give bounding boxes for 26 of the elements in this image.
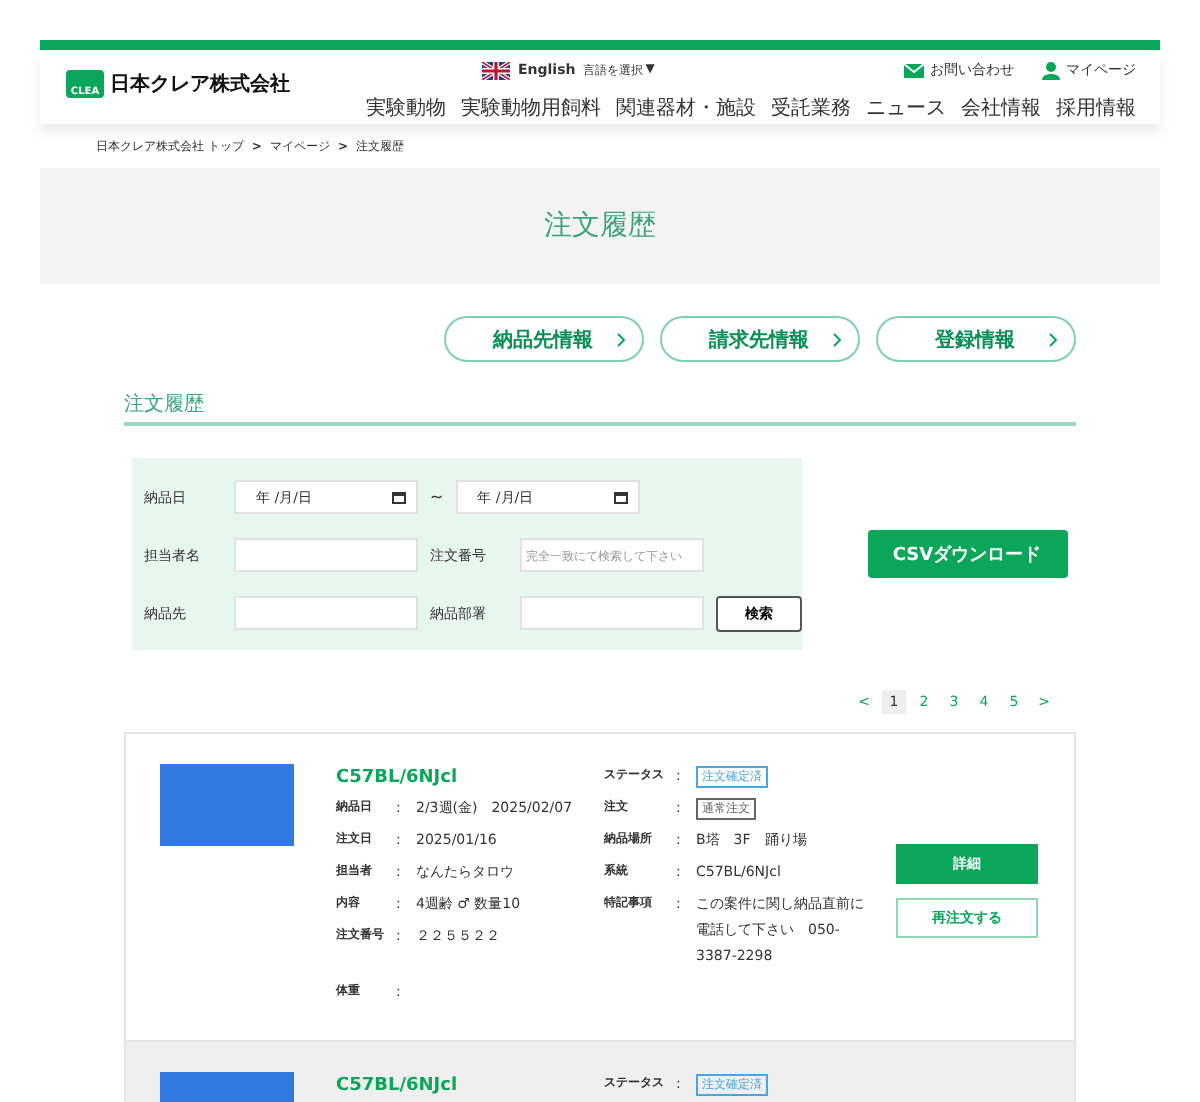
nav-link[interactable]: 関連器材・施設 <box>616 94 756 122</box>
nav-pill-button[interactable]: 納品先情報 <box>444 316 644 362</box>
person-icon <box>1042 61 1060 79</box>
calendar-icon <box>613 490 628 504</box>
nav-link[interactable]: 実験動物用飼料 <box>461 94 601 122</box>
nav-link[interactable]: ニュース <box>866 94 946 122</box>
range-separator: ~ <box>430 488 444 506</box>
mail-icon <box>904 62 924 78</box>
calendar-icon <box>392 490 406 504</box>
chevron-right-icon <box>1048 331 1058 347</box>
chevron-right-icon <box>616 331 626 347</box>
input-field[interactable] <box>520 596 704 630</box>
chevron-right-icon <box>832 331 842 347</box>
company-name[interactable]: 日本クレア株式会社 <box>110 70 290 98</box>
page-title: 注文履歴 <box>544 208 656 244</box>
nav-link[interactable]: 実験動物 <box>366 94 446 122</box>
nav-link[interactable]: 受託業務 <box>771 94 851 122</box>
photo-placeholder <box>160 764 294 846</box>
nav-pill-button[interactable]: 登録情報 <box>876 316 1076 362</box>
input-field[interactable] <box>234 538 418 572</box>
nav-link[interactable]: 会社情報 <box>961 94 1041 122</box>
input-field[interactable] <box>234 596 418 630</box>
section-title: 注文履歴 <box>124 390 1076 426</box>
nav-pill-button[interactable]: 請求先情報 <box>660 316 860 362</box>
flag-icon <box>482 61 510 79</box>
nav-link[interactable]: 採用情報 <box>1056 94 1136 122</box>
